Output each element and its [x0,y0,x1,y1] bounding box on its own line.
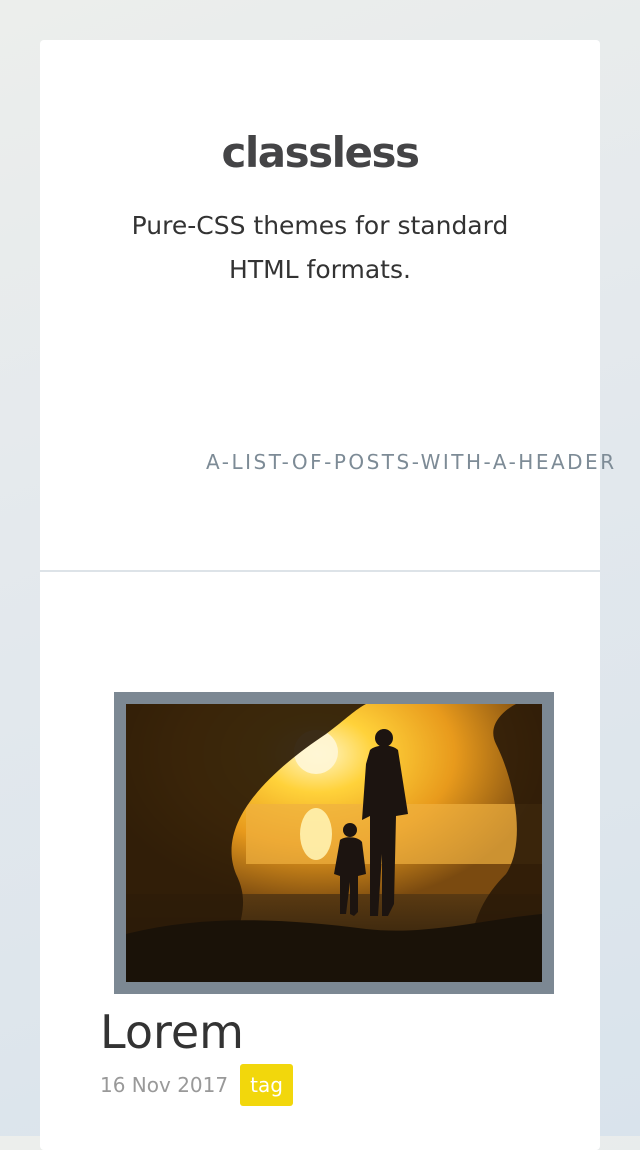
post-title[interactable]: Lorem [100,1000,244,1064]
site-title[interactable]: classless [40,122,600,184]
post-tag[interactable]: tag [240,1064,293,1106]
site-header: classless Pure-CSS themes for standard H… [40,40,614,572]
post-image[interactable] [114,692,554,994]
site-tagline: Pure-CSS themes for standard HTML format… [131,211,509,284]
sunset-silhouette-photo [126,704,542,982]
post-meta: 16 Nov 2017 tag [100,1064,293,1106]
post-date: 16 Nov 2017 [100,1073,229,1097]
page-slug: A-LIST-OF-POSTS-WITH-A-HEADER [206,450,617,474]
content-card: classless Pure-CSS themes for standard H… [40,40,614,1150]
